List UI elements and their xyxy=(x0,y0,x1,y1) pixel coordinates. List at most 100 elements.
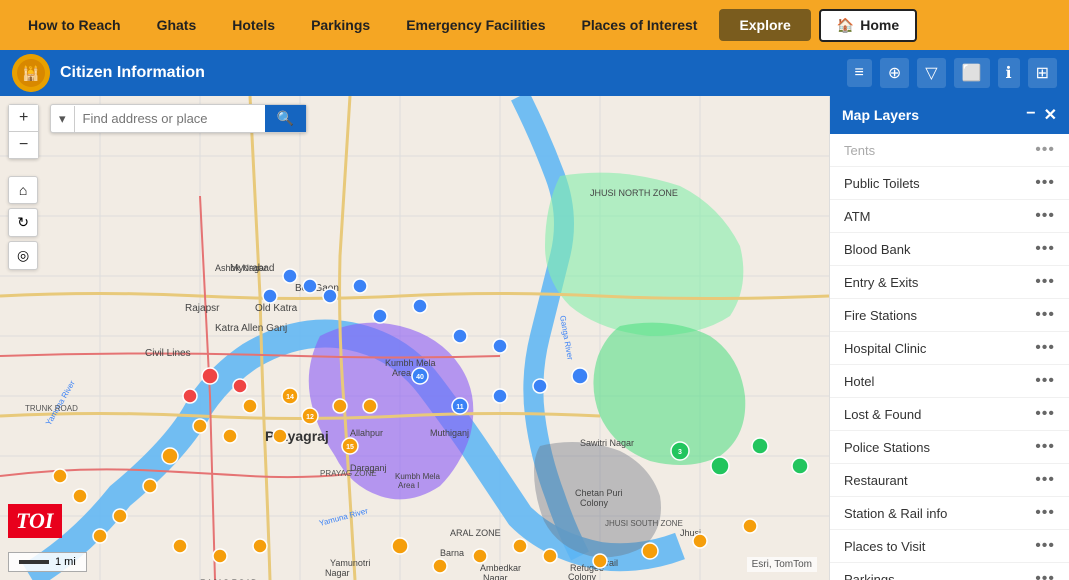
zoom-out-button[interactable]: − xyxy=(9,132,38,158)
layer-places-to-visit-label: Places to Visit xyxy=(844,539,925,554)
layer-fire-stations-label: Fire Stations xyxy=(844,308,917,323)
svg-text:12: 12 xyxy=(306,414,314,421)
layer-hotel: Hotel ••• xyxy=(830,365,1069,398)
svg-text:Barna: Barna xyxy=(440,548,464,558)
list-icon-btn[interactable]: ≡ xyxy=(847,59,872,87)
svg-text:Colony: Colony xyxy=(568,572,597,580)
layer-restaurant-menu[interactable]: ••• xyxy=(1035,471,1055,489)
nav-hotels[interactable]: Hotels xyxy=(214,17,293,33)
layer-blood-bank-menu[interactable]: ••• xyxy=(1035,240,1055,258)
svg-text:Nagar: Nagar xyxy=(325,568,350,578)
citizen-logo: 🕌 xyxy=(12,54,50,92)
layer-public-toilets-menu[interactable]: ••• xyxy=(1035,174,1055,192)
layer-parkings: Parkings ••• xyxy=(830,563,1069,580)
compass-button[interactable]: ↻ xyxy=(8,208,38,237)
svg-text:PRAYAG ZONE: PRAYAG ZONE xyxy=(320,469,377,478)
svg-text:Ashok Nagar: Ashok Nagar xyxy=(215,263,267,273)
layer-police-stations-menu[interactable]: ••• xyxy=(1035,438,1055,456)
locate-button[interactable]: ◎ xyxy=(8,241,38,270)
grid-icon-btn[interactable]: ⊞ xyxy=(1028,58,1057,88)
map-svg: Myorabad Beli Gaon Rajapsr Old Katra Kat… xyxy=(0,96,829,580)
nav-emergency-facilities[interactable]: Emergency Facilities xyxy=(388,17,563,33)
home-extent-button[interactable]: ⌂ xyxy=(8,176,38,204)
layer-blood-bank-label: Blood Bank xyxy=(844,242,911,257)
scale-bar: 1 mi xyxy=(8,552,87,572)
layer-entry-exits-menu[interactable]: ••• xyxy=(1035,273,1055,291)
map-search-bar: ▾ 🔍 xyxy=(50,104,307,133)
top-navigation: How to Reach Ghats Hotels Parkings Emerg… xyxy=(0,0,1069,50)
layer-station-rail-label: Station & Rail info xyxy=(844,506,947,521)
svg-text:TRUNK ROAD: TRUNK ROAD xyxy=(25,404,78,413)
svg-text:Chetan Puri: Chetan Puri xyxy=(575,488,623,498)
svg-text:Colony: Colony xyxy=(580,498,609,508)
map-tools: ⌂ ↻ ◎ xyxy=(8,176,38,270)
filter-icon-btn[interactable]: ▽ xyxy=(917,58,945,88)
svg-text:JHUSI SOUTH ZONE: JHUSI SOUTH ZONE xyxy=(605,519,683,528)
layer-hotel-label: Hotel xyxy=(844,374,874,389)
layer-tents: Tents ••• xyxy=(830,134,1069,167)
panel-minimize-icon[interactable]: − xyxy=(1026,105,1035,125)
citizen-bar: 🕌 Citizen Information ≡ ⊕ ▽ ⬜ ℹ ⊞ xyxy=(0,50,1069,96)
panel-title: Map Layers xyxy=(842,107,919,123)
home-label: Home xyxy=(860,17,899,33)
search-dropdown[interactable]: ▾ xyxy=(51,106,75,132)
layer-station-rail-menu[interactable]: ••• xyxy=(1035,504,1055,522)
info-icon-btn[interactable]: ℹ xyxy=(998,58,1020,88)
layer-hotel-menu[interactable]: ••• xyxy=(1035,372,1055,390)
map-container: Myorabad Beli Gaon Rajapsr Old Katra Kat… xyxy=(0,96,1069,580)
svg-text:15: 15 xyxy=(346,444,354,451)
toi-badge: TOI xyxy=(8,504,62,538)
nav-parkings[interactable]: Parkings xyxy=(293,17,388,33)
layer-fire-stations-menu[interactable]: ••• xyxy=(1035,306,1055,324)
nav-places-of-interest[interactable]: Places of Interest xyxy=(564,17,716,33)
svg-text:Sawitri Nagar: Sawitri Nagar xyxy=(580,438,634,448)
svg-text:Rajapsr: Rajapsr xyxy=(185,303,220,314)
citizen-title: Citizen Information xyxy=(60,64,205,82)
svg-text:🕌: 🕌 xyxy=(22,64,39,82)
svg-text:Nagar: Nagar xyxy=(483,573,508,580)
scale-label: 1 mi xyxy=(55,556,76,568)
layer-atm-menu[interactable]: ••• xyxy=(1035,207,1055,225)
layer-hospital-clinic-label: Hospital Clinic xyxy=(844,341,926,356)
layer-lost-found-label: Lost & Found xyxy=(844,407,921,422)
explore-button[interactable]: Explore xyxy=(719,9,810,41)
layer-atm: ATM ••• xyxy=(830,200,1069,233)
layers-icon-btn[interactable]: ⊕ xyxy=(880,58,909,88)
layer-police-stations: Police Stations ••• xyxy=(830,431,1069,464)
layer-public-toilets-label: Public Toilets xyxy=(844,176,920,191)
citizen-left: 🕌 Citizen Information xyxy=(12,54,205,92)
svg-text:11: 11 xyxy=(456,404,464,411)
layer-parkings-menu[interactable]: ••• xyxy=(1035,570,1055,580)
layer-public-toilets: Public Toilets ••• xyxy=(830,167,1069,200)
home-button[interactable]: 🏠 Home xyxy=(819,9,917,42)
zoom-controls: + − xyxy=(8,104,39,159)
svg-text:40: 40 xyxy=(416,374,424,381)
svg-text:Muthiganj: Muthiganj xyxy=(430,428,469,438)
search-button[interactable]: 🔍 xyxy=(265,105,306,132)
svg-text:Old Katra: Old Katra xyxy=(255,303,298,314)
layer-station-rail: Station & Rail info ••• xyxy=(830,497,1069,530)
layer-entry-exits: Entry & Exits ••• xyxy=(830,266,1069,299)
nav-ghats[interactable]: Ghats xyxy=(139,17,215,33)
layer-lost-found: Lost & Found ••• xyxy=(830,398,1069,431)
svg-text:JHUSI NORTH ZONE: JHUSI NORTH ZONE xyxy=(590,188,678,198)
layer-fire-stations: Fire Stations ••• xyxy=(830,299,1069,332)
layer-places-to-visit-menu[interactable]: ••• xyxy=(1035,537,1055,555)
panel-header-actions: − ✕ xyxy=(1026,105,1057,125)
search-input[interactable] xyxy=(75,106,265,131)
bookmark-icon-btn[interactable]: ⬜ xyxy=(954,58,990,88)
svg-text:Kumbh Mela: Kumbh Mela xyxy=(385,358,436,368)
layer-entry-exits-label: Entry & Exits xyxy=(844,275,918,290)
svg-text:Ambedkar: Ambedkar xyxy=(480,563,521,573)
layer-hospital-clinic: Hospital Clinic ••• xyxy=(830,332,1069,365)
layer-hospital-clinic-menu[interactable]: ••• xyxy=(1035,339,1055,357)
panel-close-icon[interactable]: ✕ xyxy=(1044,105,1057,125)
svg-text:ARAL ZONE: ARAL ZONE xyxy=(450,528,501,538)
map-layers-panel: Map Layers − ✕ Tents ••• Public Toilets … xyxy=(829,96,1069,580)
layer-tents-menu[interactable]: ••• xyxy=(1035,141,1055,159)
svg-text:Civil Lines: Civil Lines xyxy=(145,348,191,359)
svg-text:Yamunotri: Yamunotri xyxy=(330,558,370,568)
layer-lost-found-menu[interactable]: ••• xyxy=(1035,405,1055,423)
nav-how-to-reach[interactable]: How to Reach xyxy=(10,17,139,33)
zoom-in-button[interactable]: + xyxy=(9,105,38,132)
